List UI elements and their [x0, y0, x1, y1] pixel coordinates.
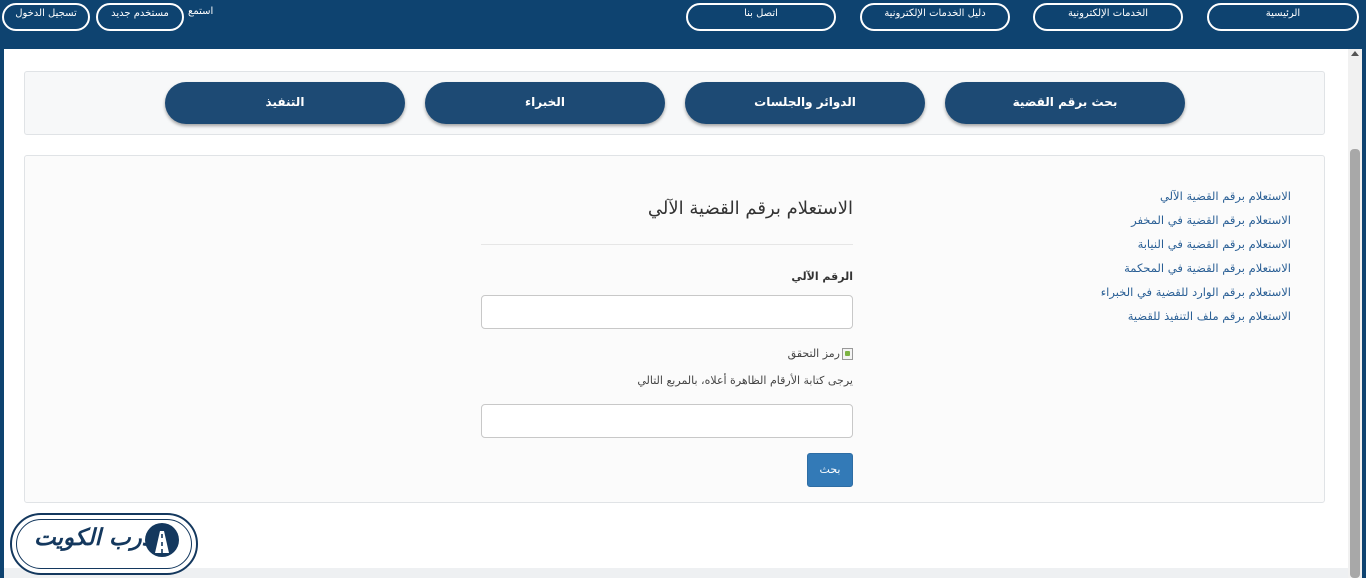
sidebar-link-police-station[interactable]: الاستعلام برقم القضية في المخفر — [1131, 213, 1291, 227]
new-user-button[interactable]: مستخدم جديد — [96, 3, 184, 31]
scrollbar-thumb[interactable] — [1350, 149, 1360, 578]
tab-experts[interactable]: الخبراء — [425, 82, 665, 124]
new-user-label: مستخدم جديد — [111, 8, 169, 19]
tab-execution[interactable]: التنفيذ — [165, 82, 405, 124]
automatic-number-input[interactable] — [481, 295, 853, 329]
sidebar-link-court[interactable]: الاستعلام برقم القضية في المحكمة — [1124, 261, 1291, 275]
broken-image-icon — [842, 348, 853, 360]
login-label: تسجيل الدخول — [15, 8, 77, 19]
vertical-scrollbar[interactable] — [1348, 49, 1362, 578]
nav-services-guide-label: دليل الخدمات الإلكترونية — [884, 8, 986, 19]
sidebar-link-experts-incoming[interactable]: الاستعلام برقم الوارد للقضية في الخبراء — [1101, 285, 1291, 299]
road-icon — [145, 523, 179, 557]
sidebar-link-execution-file[interactable]: الاستعلام برقم ملف التنفيذ للقضية — [1128, 309, 1291, 323]
nav-e-services-label: الخدمات الإلكترونية — [1067, 8, 1149, 19]
form-divider — [481, 244, 853, 245]
search-button[interactable]: بحث — [807, 453, 853, 487]
form-title: الاستعلام برقم القضية الآلي — [647, 198, 853, 219]
logo-text: درب الكويت — [34, 525, 152, 551]
login-button[interactable]: تسجيل الدخول — [2, 3, 90, 31]
nav-contact-label: اتصل بنا — [744, 8, 778, 19]
captcha-alt-text: رمز التحقق — [787, 347, 840, 360]
nav-home-button[interactable]: الرئيسية — [1207, 3, 1359, 31]
site-logo: درب الكويت — [10, 513, 198, 575]
tab-case-number-search[interactable]: بحث برقم القضية — [945, 82, 1185, 124]
automatic-number-label: الرقم الآلي — [791, 270, 853, 283]
frame-right-border — [1362, 46, 1366, 578]
nav-services-guide-button[interactable]: دليل الخدمات الإلكترونية — [860, 3, 1010, 31]
nav-e-services-button[interactable]: الخدمات الإلكترونية — [1033, 3, 1183, 31]
captcha-input[interactable] — [481, 404, 853, 438]
top-bar-underline — [0, 46, 1366, 49]
tab-circuits-sessions[interactable]: الدوائر والجلسات — [685, 82, 925, 124]
scroll-up-arrow-icon[interactable] — [1351, 51, 1359, 56]
listen-link[interactable]: استمع — [188, 6, 213, 17]
nav-contact-button[interactable]: اتصل بنا — [686, 3, 836, 31]
sidebar-link-prosecution[interactable]: الاستعلام برقم القضية في النيابة — [1138, 237, 1291, 251]
captcha-hint-text: يرجى كتابة الأرقام الظاهرة أعلاه، بالمرب… — [637, 374, 853, 387]
nav-home-label: الرئيسية — [1265, 8, 1301, 19]
frame-left-border — [0, 46, 4, 578]
sidebar-link-automatic-case[interactable]: الاستعلام برقم القضية الآلي — [1160, 189, 1291, 203]
bottom-strip — [4, 568, 1348, 578]
captcha-image: رمز التحقق — [700, 347, 853, 360]
